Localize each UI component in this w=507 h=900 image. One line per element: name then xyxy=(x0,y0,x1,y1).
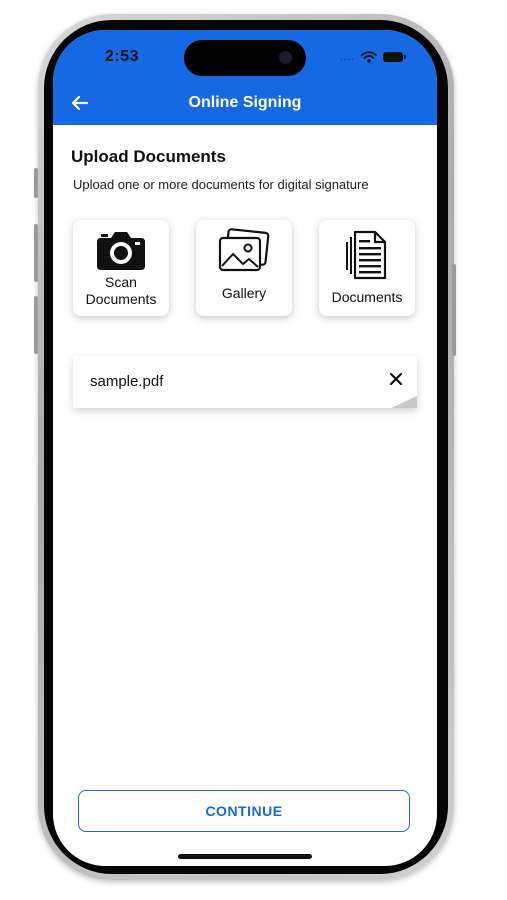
wifi-icon xyxy=(361,51,377,63)
upload-title: Upload Documents xyxy=(71,147,226,166)
app-header: 2:53 .... Online Signing xyxy=(53,30,437,125)
camera-lens xyxy=(279,51,292,64)
gallery-label: Gallery xyxy=(221,285,267,301)
upload-subtitle: Upload one or more documents for digital… xyxy=(73,177,369,192)
volume-up-button xyxy=(34,224,38,282)
volume-down-button xyxy=(34,296,38,354)
mute-switch xyxy=(34,168,38,198)
close-icon[interactable] xyxy=(385,368,407,390)
camera-icon xyxy=(97,232,145,270)
gallery-button[interactable]: Gallery xyxy=(196,220,292,316)
documents-button[interactable]: Documents xyxy=(319,220,415,316)
document-icon xyxy=(346,230,387,280)
page-title: Online Signing xyxy=(188,94,302,111)
page: 2:53 .... Online Signing Upload Document… xyxy=(0,0,507,900)
continue-button[interactable]: CONTINUE xyxy=(78,790,410,832)
signal-dots: .... xyxy=(339,51,355,63)
status-time: 2:53 xyxy=(105,48,140,65)
battery-icon xyxy=(383,52,406,62)
file-item: sample.pdf xyxy=(73,356,417,408)
scan-documents-button[interactable]: Scan Documents xyxy=(73,220,169,316)
scan-documents-label: Scan Documents xyxy=(85,274,157,307)
home-indicator xyxy=(178,854,312,859)
file-name: sample.pdf xyxy=(90,373,164,390)
page-fold-corner xyxy=(391,396,417,408)
documents-label: Documents xyxy=(331,289,403,305)
image-gallery-icon xyxy=(218,228,270,272)
power-button xyxy=(452,264,456,356)
app-screen: 2:53 .... Online Signing Upload Document… xyxy=(53,30,437,866)
status-icons: .... xyxy=(339,50,406,64)
dynamic-island xyxy=(184,40,306,76)
